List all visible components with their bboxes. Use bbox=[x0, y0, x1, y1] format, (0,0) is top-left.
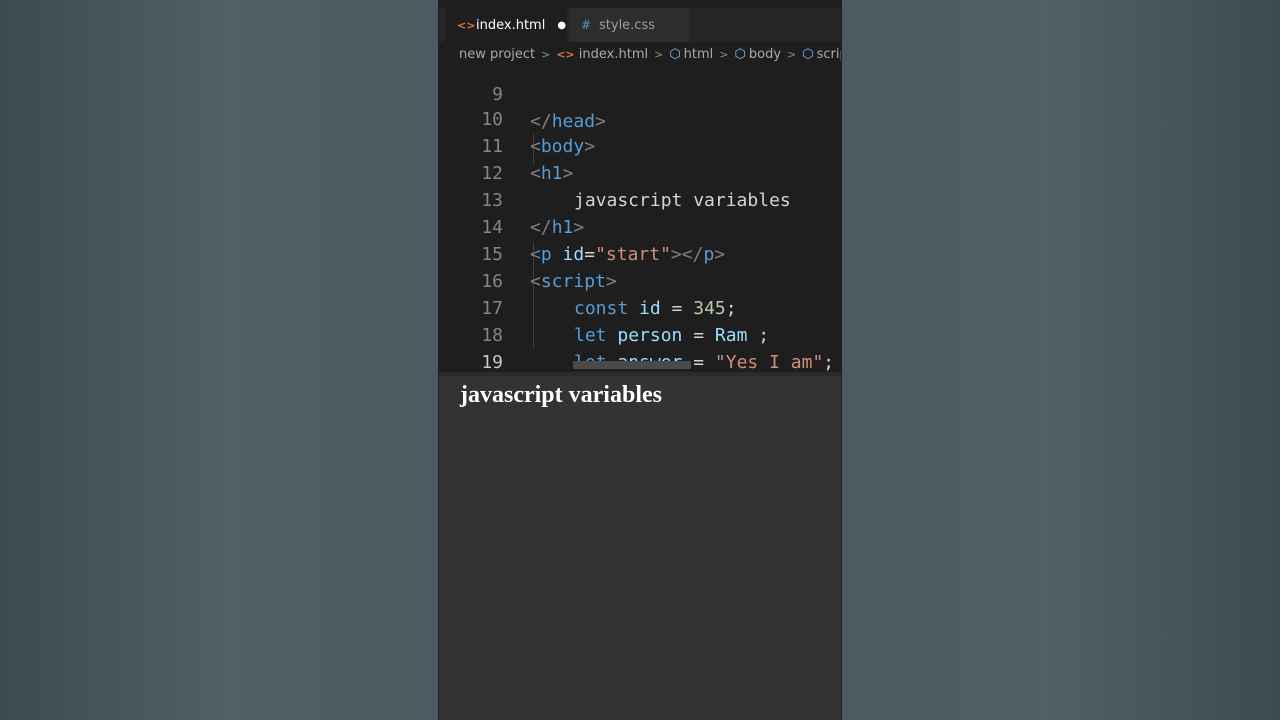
chevron-right-icon: > bbox=[654, 47, 664, 61]
css-file-icon: # bbox=[581, 18, 592, 32]
code-line: 14 <p id="start"></p> bbox=[439, 187, 841, 265]
breadcrumb: new project > <> index.html > ⬡ html > ⬡… bbox=[439, 42, 841, 66]
element-cube-icon: ⬡ bbox=[669, 46, 681, 62]
tab-bar: <> index.html ● # style.css bbox=[439, 8, 841, 42]
tab-style-css[interactable]: # style.css bbox=[569, 8, 689, 42]
chevron-right-icon: > bbox=[541, 47, 551, 61]
unsaved-dot-icon[interactable]: ● bbox=[557, 20, 566, 31]
html-file-icon: <> bbox=[556, 47, 575, 61]
code-line: 12 javascript variables bbox=[439, 133, 841, 211]
preview-heading: javascript variables bbox=[460, 382, 662, 408]
horizontal-scrollbar[interactable] bbox=[573, 361, 691, 369]
chevron-right-icon: > bbox=[719, 47, 729, 61]
breadcrumb-script[interactable]: script bbox=[817, 47, 841, 62]
html-file-icon: <> bbox=[457, 18, 476, 32]
code-line: 13 </h1> bbox=[439, 160, 841, 238]
code-editor[interactable]: 9 </head> 10 <body> 11 <h1> 12 javascrip… bbox=[439, 66, 841, 372]
code-line: 15 <script> bbox=[439, 214, 841, 292]
element-cube-icon: ⬡ bbox=[802, 46, 814, 62]
breadcrumb-folder[interactable]: new project bbox=[459, 47, 535, 62]
breadcrumb-body[interactable]: body bbox=[749, 47, 781, 62]
tab-label: index.html bbox=[476, 17, 546, 33]
code-line: 11 <h1> bbox=[439, 106, 841, 184]
code-line: 10 <body> bbox=[439, 79, 841, 157]
code-line: 17 let person = Ram ; bbox=[439, 268, 841, 346]
browser-preview: javascript variables bbox=[439, 376, 841, 720]
code-line: 18 let answer = "Yes I am"; bbox=[439, 295, 841, 372]
code-line-active: 19 a=document.getElementById bbox=[439, 322, 841, 372]
title-strip bbox=[439, 0, 841, 8]
element-cube-icon: ⬡ bbox=[734, 46, 746, 62]
phone-frame: <> index.html ● # style.css new project … bbox=[438, 0, 842, 720]
chevron-right-icon: > bbox=[787, 47, 797, 61]
tab-label: style.css bbox=[599, 17, 655, 33]
breadcrumb-file[interactable]: index.html bbox=[579, 47, 648, 62]
code-line: 16 const id = 345; bbox=[439, 241, 841, 319]
tab-index-html[interactable]: <> index.html ● bbox=[445, 8, 567, 42]
breadcrumb-html[interactable]: html bbox=[684, 47, 714, 62]
